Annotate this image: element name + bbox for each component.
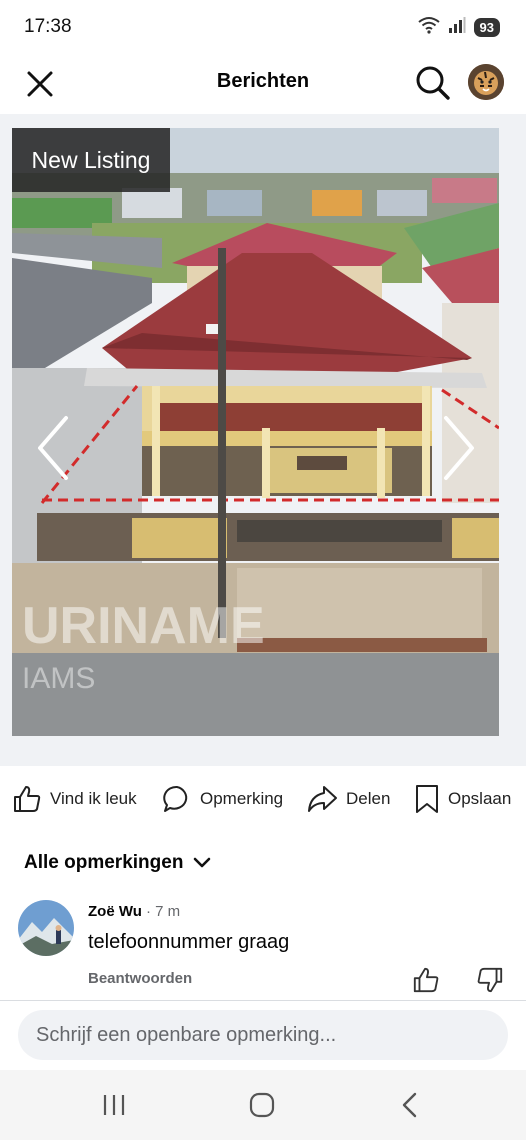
comment-composer bbox=[18, 1010, 508, 1060]
save-label: Opslaan bbox=[448, 789, 512, 808]
share-button[interactable]: Delen bbox=[306, 784, 390, 814]
status-bar: 17:38 93 bbox=[0, 0, 526, 54]
listing-photo[interactable]: URINAME IAMS New Listing bbox=[12, 128, 499, 736]
comment-label: Opmerking bbox=[200, 789, 284, 808]
thumbs-up-icon bbox=[14, 786, 41, 812]
chevron-down-icon bbox=[194, 857, 211, 868]
comments-filter-label: Alle opmerkingen bbox=[24, 852, 184, 873]
post-media-area: URINAME IAMS New Listing bbox=[0, 114, 526, 766]
mountain-photo-avatar bbox=[18, 900, 74, 956]
comment-like-button[interactable] bbox=[412, 966, 440, 994]
comment-text: telefoonnummer graag bbox=[88, 931, 290, 953]
like-label: Vind ik leuk bbox=[50, 789, 137, 808]
recent-apps-button[interactable] bbox=[94, 1088, 134, 1122]
comment-input[interactable] bbox=[36, 1023, 490, 1047]
divider bbox=[0, 1000, 526, 1001]
previous-photo-button[interactable] bbox=[32, 413, 76, 483]
save-button[interactable]: Opslaan bbox=[414, 784, 511, 814]
share-label: Delen bbox=[346, 789, 391, 808]
back-button[interactable] bbox=[390, 1088, 430, 1122]
top-app-bar: Berichten bbox=[0, 54, 526, 112]
status-icons: 93 bbox=[417, 16, 500, 39]
recent-apps-icon bbox=[103, 1095, 125, 1115]
profile-avatar[interactable] bbox=[468, 64, 504, 100]
commenter-avatar[interactable] bbox=[18, 900, 74, 956]
search-button[interactable] bbox=[414, 64, 452, 102]
home-icon bbox=[249, 1092, 275, 1118]
thumbs-up-icon bbox=[413, 967, 439, 993]
watermark-subtext: IAMS bbox=[22, 662, 95, 695]
share-arrow-icon bbox=[308, 786, 337, 812]
back-icon bbox=[402, 1092, 417, 1118]
like-button[interactable]: Vind ik leuk bbox=[12, 784, 137, 814]
comments-filter-dropdown[interactable]: Alle opmerkingen bbox=[24, 852, 211, 874]
house-photo: URINAME IAMS bbox=[12, 128, 499, 736]
tiger-avatar-icon bbox=[468, 64, 504, 100]
thumbs-down-icon bbox=[477, 967, 503, 993]
speech-bubble-icon bbox=[163, 785, 188, 812]
new-listing-badge: New Listing bbox=[12, 128, 170, 192]
next-photo-button[interactable] bbox=[436, 413, 480, 483]
chevron-right-icon bbox=[444, 416, 474, 480]
comment-button[interactable]: Opmerking bbox=[162, 784, 283, 814]
home-button[interactable] bbox=[242, 1088, 282, 1122]
battery-indicator: 93 bbox=[473, 17, 500, 37]
wifi-icon bbox=[417, 16, 440, 39]
bookmark-icon bbox=[416, 785, 438, 813]
comment-item: Zoë Wu · 7 m telefoonnummer graag Beantw… bbox=[0, 898, 526, 1000]
comment-dislike-button[interactable] bbox=[476, 966, 504, 994]
post-action-bar: Vind ik leuk Opmerking Delen Opslaan bbox=[0, 770, 526, 832]
system-navigation-bar bbox=[0, 1070, 526, 1140]
search-icon bbox=[416, 66, 450, 100]
status-time: 17:38 bbox=[24, 16, 72, 37]
watermark-text: URINAME bbox=[22, 597, 265, 655]
reply-button[interactable]: Beantwoorden bbox=[88, 970, 192, 987]
chevron-left-icon bbox=[38, 416, 68, 480]
signal-icon bbox=[448, 16, 466, 39]
comment-author[interactable]: Zoë Wu bbox=[88, 903, 142, 920]
comment-time: · 7 m bbox=[146, 903, 181, 920]
